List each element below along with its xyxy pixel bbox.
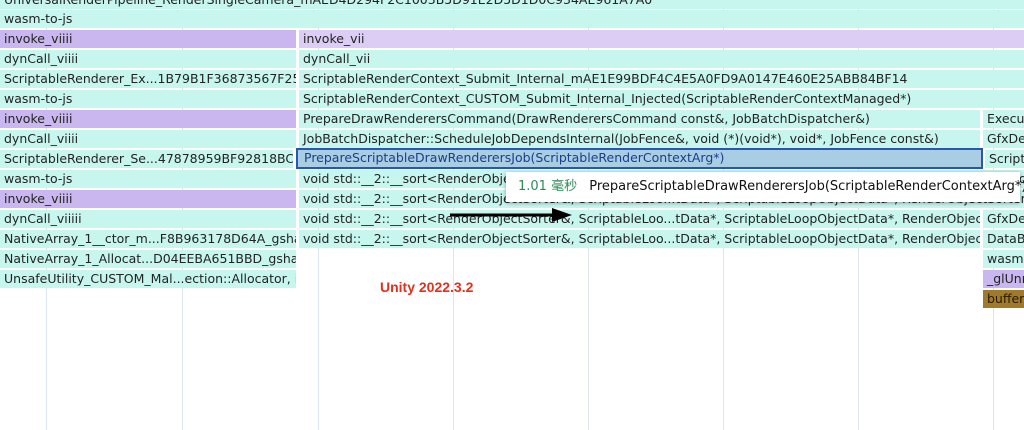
flame-bar[interactable]: ScriptableRenderer_Se...47878959BF92818B… bbox=[0, 150, 293, 168]
flame-bar[interactable]: void std::__2::__sort<RenderObjectSorter… bbox=[299, 230, 980, 248]
flame-bar[interactable]: Scripta bbox=[985, 150, 1024, 168]
flame-bar[interactable]: _glUnn bbox=[983, 270, 1024, 288]
flame-bar[interactable]: wasm-to-js bbox=[0, 90, 296, 108]
flame-bar[interactable]: DataBu bbox=[983, 230, 1024, 248]
flame-bar[interactable]: void std::__2::__sort<RenderObjectSorter… bbox=[299, 210, 980, 228]
flame-bar[interactable]: ScriptableRenderContext_Submit_Internal_… bbox=[299, 70, 1024, 88]
flame-bar[interactable]: invoke_viiii bbox=[0, 190, 296, 208]
flame-bar[interactable]: Execut bbox=[983, 110, 1024, 128]
tooltip-duration-value: 1.01 bbox=[518, 179, 547, 194]
flame-bar[interactable]: GfxDev bbox=[983, 130, 1024, 148]
flame-bar[interactable]: GfxDev bbox=[983, 210, 1024, 228]
flame-bar[interactable]: wasm-to-js bbox=[0, 10, 1024, 28]
hover-tooltip: 1.01 毫秒 PrepareScriptableDrawRenderersJo… bbox=[506, 172, 1024, 202]
tooltip-function-name: PrepareScriptableDrawRenderersJob(Script… bbox=[589, 179, 1024, 194]
flame-bar[interactable]: NativeArray_1_Allocat...D04EEBA651BBD_gs… bbox=[0, 250, 296, 268]
flame-bar[interactable]: bufferS bbox=[983, 290, 1024, 308]
flame-bar[interactable]: dynCall_vii bbox=[299, 50, 1024, 68]
version-annotation: Unity 2022.3.2 bbox=[380, 279, 474, 295]
flame-bar[interactable]: dynCall_viiii bbox=[0, 50, 296, 68]
tooltip-duration: 1.01 毫秒 bbox=[518, 179, 577, 194]
flame-bar[interactable]: JobBatchDispatcher::ScheduleJobDependsIn… bbox=[299, 130, 980, 148]
tooltip-duration-unit: 毫秒 bbox=[551, 179, 578, 194]
flame-bar[interactable]: wasm- bbox=[983, 250, 1024, 268]
flame-bar[interactable]: ScriptableRenderer_Ex...1B79B1F36873567F… bbox=[0, 70, 296, 88]
annotation-arrow-icon bbox=[450, 208, 572, 222]
flame-bar[interactable]: invoke_viiii bbox=[0, 30, 296, 48]
flame-bar[interactable]: UniversalRenderPipeline_RenderSingleCame… bbox=[0, 0, 1024, 9]
flame-bar[interactable]: PrepareDrawRenderersCommand(DrawRenderer… bbox=[299, 110, 980, 128]
flame-bar-selected[interactable]: PrepareScriptableDrawRenderersJob(Script… bbox=[296, 148, 983, 169]
flame-bar[interactable]: NativeArray_1__ctor_m...F8B963178D64A_gs… bbox=[0, 230, 296, 248]
flame-bar[interactable]: ScriptableRenderContext_CUSTOM_Submit_In… bbox=[299, 90, 1024, 108]
flame-bar[interactable]: dynCall_viiiii bbox=[0, 210, 296, 228]
flame-bar[interactable]: invoke_vii bbox=[299, 30, 1024, 48]
flame-bar[interactable]: dynCall_viiii bbox=[0, 130, 296, 148]
flame-bar[interactable]: invoke_viiii bbox=[0, 110, 296, 128]
flame-bar[interactable]: UnsafeUtility_CUSTOM_Mal...ection::Alloc… bbox=[0, 270, 296, 288]
flame-bar[interactable]: wasm-to-js bbox=[0, 170, 296, 188]
